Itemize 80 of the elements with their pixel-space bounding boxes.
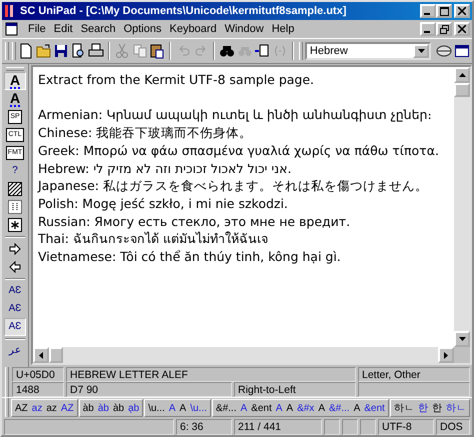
restore-button[interactable] xyxy=(436,22,452,36)
dot-grid-icon xyxy=(8,200,22,214)
document-icon xyxy=(4,22,20,36)
printer-icon xyxy=(88,43,104,59)
line-ending-label: DOS xyxy=(436,419,470,435)
text-line: Armenian: Կրնամ ապակի ուտել և ինծի անհանգիստ չըներ։ xyxy=(38,106,433,124)
script-dropdown[interactable]: Hebrew xyxy=(304,42,432,60)
menu-item[interactable]: Search xyxy=(80,23,116,35)
cut-icon xyxy=(114,43,130,59)
insert-icon xyxy=(254,43,270,59)
text-line: Extract from the Kermit UTF-8 sample page. xyxy=(38,71,316,89)
conversion-button[interactable]: a͏̀b àb àb a̖b xyxy=(78,399,144,417)
asterisk-icon xyxy=(8,218,22,232)
status-field: HEBREW LETTER ALEF xyxy=(66,367,356,382)
window-icon xyxy=(454,43,470,59)
conversion-button[interactable]: &#... A &ent A A &#x A &#... A &ent xyxy=(212,399,389,417)
status-field: D7 90 xyxy=(66,382,232,397)
sphere-icon xyxy=(436,43,452,59)
save-icon xyxy=(53,43,70,59)
arrow-left-icon xyxy=(9,261,21,273)
minimize-button[interactable] xyxy=(420,22,436,36)
restore-icon xyxy=(440,24,448,34)
conversion-button[interactable]: AZ az az AZ xyxy=(11,399,78,417)
text-line: Chinese: 我能吞下玻璃而不伤身体。 xyxy=(38,124,254,142)
encoding-label: UTF-8 xyxy=(378,419,434,435)
caret-icon xyxy=(418,49,425,53)
menu-item[interactable]: Edit xyxy=(54,23,73,35)
status-field: 1488 xyxy=(12,382,64,397)
copy-icon xyxy=(132,43,148,59)
tool-button[interactable]: A xyxy=(4,90,26,108)
maximize-icon xyxy=(440,6,448,16)
status-field: U+05D0 xyxy=(12,367,64,382)
close-icon xyxy=(458,25,466,33)
status-field: Letter, Other xyxy=(358,367,470,382)
arrow-right-icon xyxy=(9,243,21,255)
scroll-thumb[interactable] xyxy=(454,83,470,97)
status-field: Right-to-Left xyxy=(234,382,356,397)
tool-button[interactable]: AƐ xyxy=(4,300,26,318)
close-icon xyxy=(458,7,466,15)
text-line: Vietnamese: Tôi có thể ăn thúy tinh, kông hại gì. xyxy=(38,248,342,266)
text-line: Polish: Mogę jeść szkło, i mi nie szkodzi. xyxy=(38,194,289,213)
scroll-thumb[interactable] xyxy=(49,347,63,363)
menu-item[interactable]: Window xyxy=(224,23,264,35)
tool-button[interactable]: A xyxy=(4,72,26,90)
text-line: Greek: Μπορώ να φάω σπασμένα γυαλιά χωρίς να πάθω τίποτα. xyxy=(38,142,440,160)
vertical-scrollbar[interactable] xyxy=(454,67,470,347)
down-arrow-icon xyxy=(458,337,466,341)
text-line: Thai: ฉันกินกระจกได้ แต่มันไม่ทำให้ฉันเจ xyxy=(38,230,269,248)
cursor-position: 6: 36 xyxy=(176,419,232,435)
tool-button[interactable]: AƐ xyxy=(4,282,26,300)
menu-item[interactable]: Help xyxy=(272,23,294,35)
left-arrow-icon xyxy=(39,352,43,358)
conversion-button[interactable]: 하ㄴ 한 한 하ㄴ xyxy=(390,399,470,417)
text-line: Russian: Ямогу есть стекло, это мне не вредит. xyxy=(38,212,352,230)
close-button[interactable] xyxy=(454,4,470,18)
menu-item[interactable]: Keyboard xyxy=(169,23,217,35)
horizontal-scrollbar[interactable] xyxy=(33,347,454,363)
app-icon xyxy=(4,4,16,18)
maximize-button[interactable] xyxy=(436,4,452,18)
paste-icon xyxy=(149,43,166,59)
character-count: 211 / 441 xyxy=(234,419,322,435)
text-editor[interactable] xyxy=(33,67,454,347)
text-line: Japanese: 私はガラスを食べられます。それは私を傷つけません。 xyxy=(38,177,429,195)
conversion-button[interactable]: \u... A A \u... xyxy=(144,399,211,417)
minimize-button[interactable] xyxy=(420,4,436,18)
close-button[interactable] xyxy=(454,22,470,36)
tool-button[interactable]: عر xyxy=(4,342,26,360)
up-arrow-icon xyxy=(458,73,466,77)
text-line: Hebrew: אני יכול לאכול זכוכית וזה לא מזיק לי. xyxy=(38,160,292,178)
right-arrow-icon xyxy=(444,352,448,358)
menu-item[interactable]: Options xyxy=(124,23,162,35)
window-title: SC UniPad - [C:\My Documents\Unicode\kermitutf8sample.utx] xyxy=(20,5,346,17)
find-icon xyxy=(219,43,236,59)
menu-item[interactable]: File xyxy=(28,23,46,35)
new-file-icon xyxy=(18,43,34,59)
open-folder-icon xyxy=(36,43,52,59)
tool-button[interactable]: ? xyxy=(4,162,26,180)
hatch-icon xyxy=(8,182,22,196)
tool-button[interactable]: AƐ xyxy=(4,318,26,336)
print-preview-icon xyxy=(70,43,86,59)
